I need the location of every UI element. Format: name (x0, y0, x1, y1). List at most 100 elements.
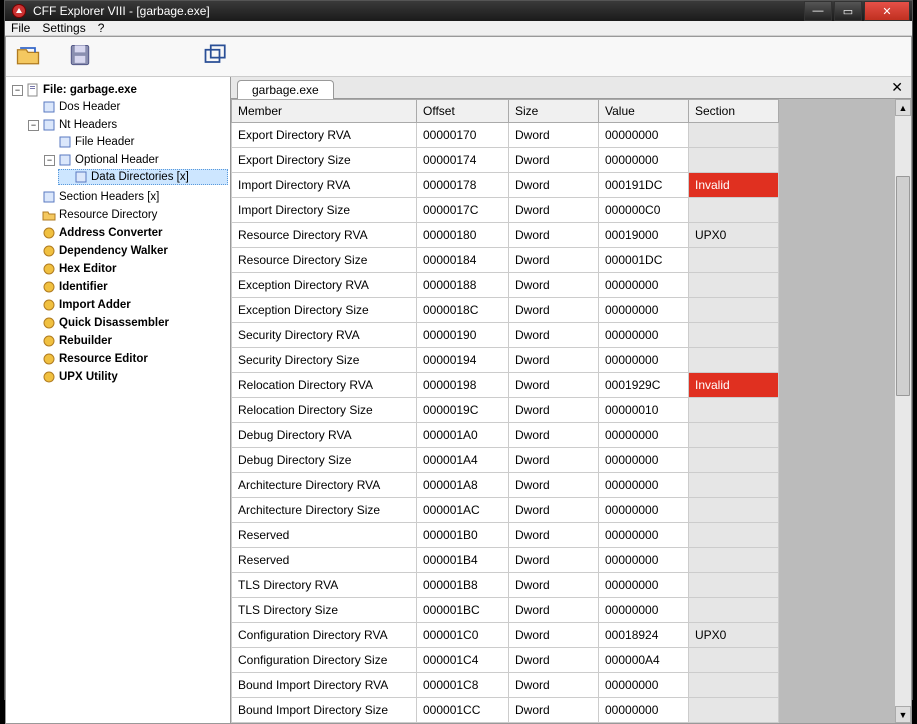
cell-offset[interactable]: 000001A4 (417, 448, 509, 473)
cell-member[interactable]: Bound Import Directory Size (232, 698, 417, 723)
cell-size[interactable]: Dword (509, 648, 599, 673)
cell-offset[interactable]: 000001C4 (417, 648, 509, 673)
cell-offset[interactable]: 00000198 (417, 373, 509, 398)
cell-section[interactable] (689, 348, 779, 373)
cell-section[interactable]: Invalid (689, 373, 779, 398)
table-row[interactable]: Reserved000001B0Dword00000000 (232, 523, 779, 548)
cell-value[interactable]: 00018924 (599, 623, 689, 648)
data-grid[interactable]: Member Offset Size Value Section Export … (231, 99, 779, 723)
tree-item-import-adder[interactable]: Import Adder (26, 297, 228, 313)
cell-value[interactable]: 00000000 (599, 523, 689, 548)
cell-offset[interactable]: 00000184 (417, 248, 509, 273)
scroll-down-button[interactable]: ▼ (895, 706, 911, 723)
cell-section[interactable] (689, 298, 779, 323)
cell-member[interactable]: Exception Directory Size (232, 298, 417, 323)
tree-item-nt-headers[interactable]: −Nt Headers (26, 117, 228, 133)
cell-section[interactable] (689, 498, 779, 523)
cell-section[interactable] (689, 198, 779, 223)
cell-size[interactable]: Dword (509, 148, 599, 173)
cell-member[interactable]: TLS Directory Size (232, 598, 417, 623)
cell-member[interactable]: Import Directory RVA (232, 173, 417, 198)
cell-section[interactable]: Invalid (689, 173, 779, 198)
cell-member[interactable]: Debug Directory RVA (232, 423, 417, 448)
table-row[interactable]: Exception Directory RVA00000188Dword0000… (232, 273, 779, 298)
cell-size[interactable]: Dword (509, 123, 599, 148)
tree-item-quick-disassembler[interactable]: Quick Disassembler (26, 315, 228, 331)
cell-value[interactable]: 00000000 (599, 473, 689, 498)
table-row[interactable]: Security Directory RVA00000190Dword00000… (232, 323, 779, 348)
table-row[interactable]: Resource Directory RVA00000180Dword00019… (232, 223, 779, 248)
tree-item-hex-editor[interactable]: Hex Editor (26, 261, 228, 277)
tab-close-button[interactable]: ✕ (891, 79, 903, 98)
cell-offset[interactable]: 000001A0 (417, 423, 509, 448)
collapse-icon[interactable]: − (28, 120, 39, 131)
cell-section[interactable]: UPX0 (689, 223, 779, 248)
cell-member[interactable]: Bound Import Directory RVA (232, 673, 417, 698)
tree-item-section-headers[interactable]: Section Headers [x] (26, 189, 228, 205)
table-row[interactable]: Bound Import Directory RVA000001C8Dword0… (232, 673, 779, 698)
tree-item-file-header[interactable]: File Header (42, 134, 228, 150)
cell-offset[interactable]: 0000018C (417, 298, 509, 323)
tree-item-upx-utility[interactable]: UPX Utility (26, 369, 228, 385)
cell-size[interactable]: Dword (509, 523, 599, 548)
table-row[interactable]: Relocation Directory RVA00000198Dword000… (232, 373, 779, 398)
cell-offset[interactable]: 000001B8 (417, 573, 509, 598)
table-row[interactable]: Configuration Directory Size000001C4Dwor… (232, 648, 779, 673)
cell-value[interactable]: 000000C0 (599, 198, 689, 223)
table-row[interactable]: Reserved000001B4Dword00000000 (232, 548, 779, 573)
cell-member[interactable]: Resource Directory Size (232, 248, 417, 273)
table-row[interactable]: Exception Directory Size0000018CDword000… (232, 298, 779, 323)
cell-section[interactable] (689, 123, 779, 148)
col-offset[interactable]: Offset (417, 100, 509, 123)
table-row[interactable]: Export Directory RVA00000170Dword0000000… (232, 123, 779, 148)
cell-offset[interactable]: 00000194 (417, 348, 509, 373)
cell-offset[interactable]: 00000188 (417, 273, 509, 298)
close-button[interactable]: ✕ (864, 1, 910, 21)
scroll-track[interactable] (895, 116, 911, 706)
cell-size[interactable]: Dword (509, 273, 599, 298)
cell-member[interactable]: Security Directory RVA (232, 323, 417, 348)
cell-value[interactable]: 000000A4 (599, 648, 689, 673)
col-value[interactable]: Value (599, 100, 689, 123)
cell-section[interactable] (689, 673, 779, 698)
cell-value[interactable]: 000191DC (599, 173, 689, 198)
cell-value[interactable]: 00000000 (599, 298, 689, 323)
cell-offset[interactable]: 00000174 (417, 148, 509, 173)
table-row[interactable]: TLS Directory Size000001BCDword00000000 (232, 598, 779, 623)
table-row[interactable]: Configuration Directory RVA000001C0Dword… (232, 623, 779, 648)
cell-size[interactable]: Dword (509, 698, 599, 723)
cell-size[interactable]: Dword (509, 373, 599, 398)
scroll-up-button[interactable]: ▲ (895, 99, 911, 116)
table-row[interactable]: Import Directory RVA00000178Dword000191D… (232, 173, 779, 198)
cell-section[interactable] (689, 323, 779, 348)
cell-offset[interactable]: 00000180 (417, 223, 509, 248)
cell-value[interactable]: 00000010 (599, 398, 689, 423)
cell-member[interactable]: Reserved (232, 548, 417, 573)
cell-offset[interactable]: 000001B4 (417, 548, 509, 573)
tree-item-data-directories[interactable]: Data Directories [x] (58, 169, 228, 185)
cell-offset[interactable]: 000001C0 (417, 623, 509, 648)
cell-member[interactable]: Relocation Directory Size (232, 398, 417, 423)
cell-member[interactable]: Reserved (232, 523, 417, 548)
cell-member[interactable]: Configuration Directory RVA (232, 623, 417, 648)
cell-size[interactable]: Dword (509, 623, 599, 648)
table-row[interactable]: Debug Directory RVA000001A0Dword00000000 (232, 423, 779, 448)
menu-settings[interactable]: Settings (42, 21, 85, 35)
tree-item-dependency-walker[interactable]: Dependency Walker (26, 243, 228, 259)
collapse-icon[interactable]: − (12, 85, 23, 96)
cell-section[interactable] (689, 523, 779, 548)
cell-value[interactable]: 00000000 (599, 573, 689, 598)
cell-value[interactable]: 00019000 (599, 223, 689, 248)
cell-value[interactable]: 00000000 (599, 148, 689, 173)
cell-member[interactable]: Export Directory RVA (232, 123, 417, 148)
col-section[interactable]: Section (689, 100, 779, 123)
cell-member[interactable]: Debug Directory Size (232, 448, 417, 473)
cell-offset[interactable]: 000001CC (417, 698, 509, 723)
cell-value[interactable]: 00000000 (599, 323, 689, 348)
table-row[interactable]: Import Directory Size0000017CDword000000… (232, 198, 779, 223)
cell-value[interactable]: 00000000 (599, 548, 689, 573)
cell-offset[interactable]: 000001B0 (417, 523, 509, 548)
cell-value[interactable]: 00000000 (599, 598, 689, 623)
vertical-scrollbar[interactable]: ▲ ▼ (894, 99, 911, 723)
windows-icon[interactable] (202, 41, 230, 72)
